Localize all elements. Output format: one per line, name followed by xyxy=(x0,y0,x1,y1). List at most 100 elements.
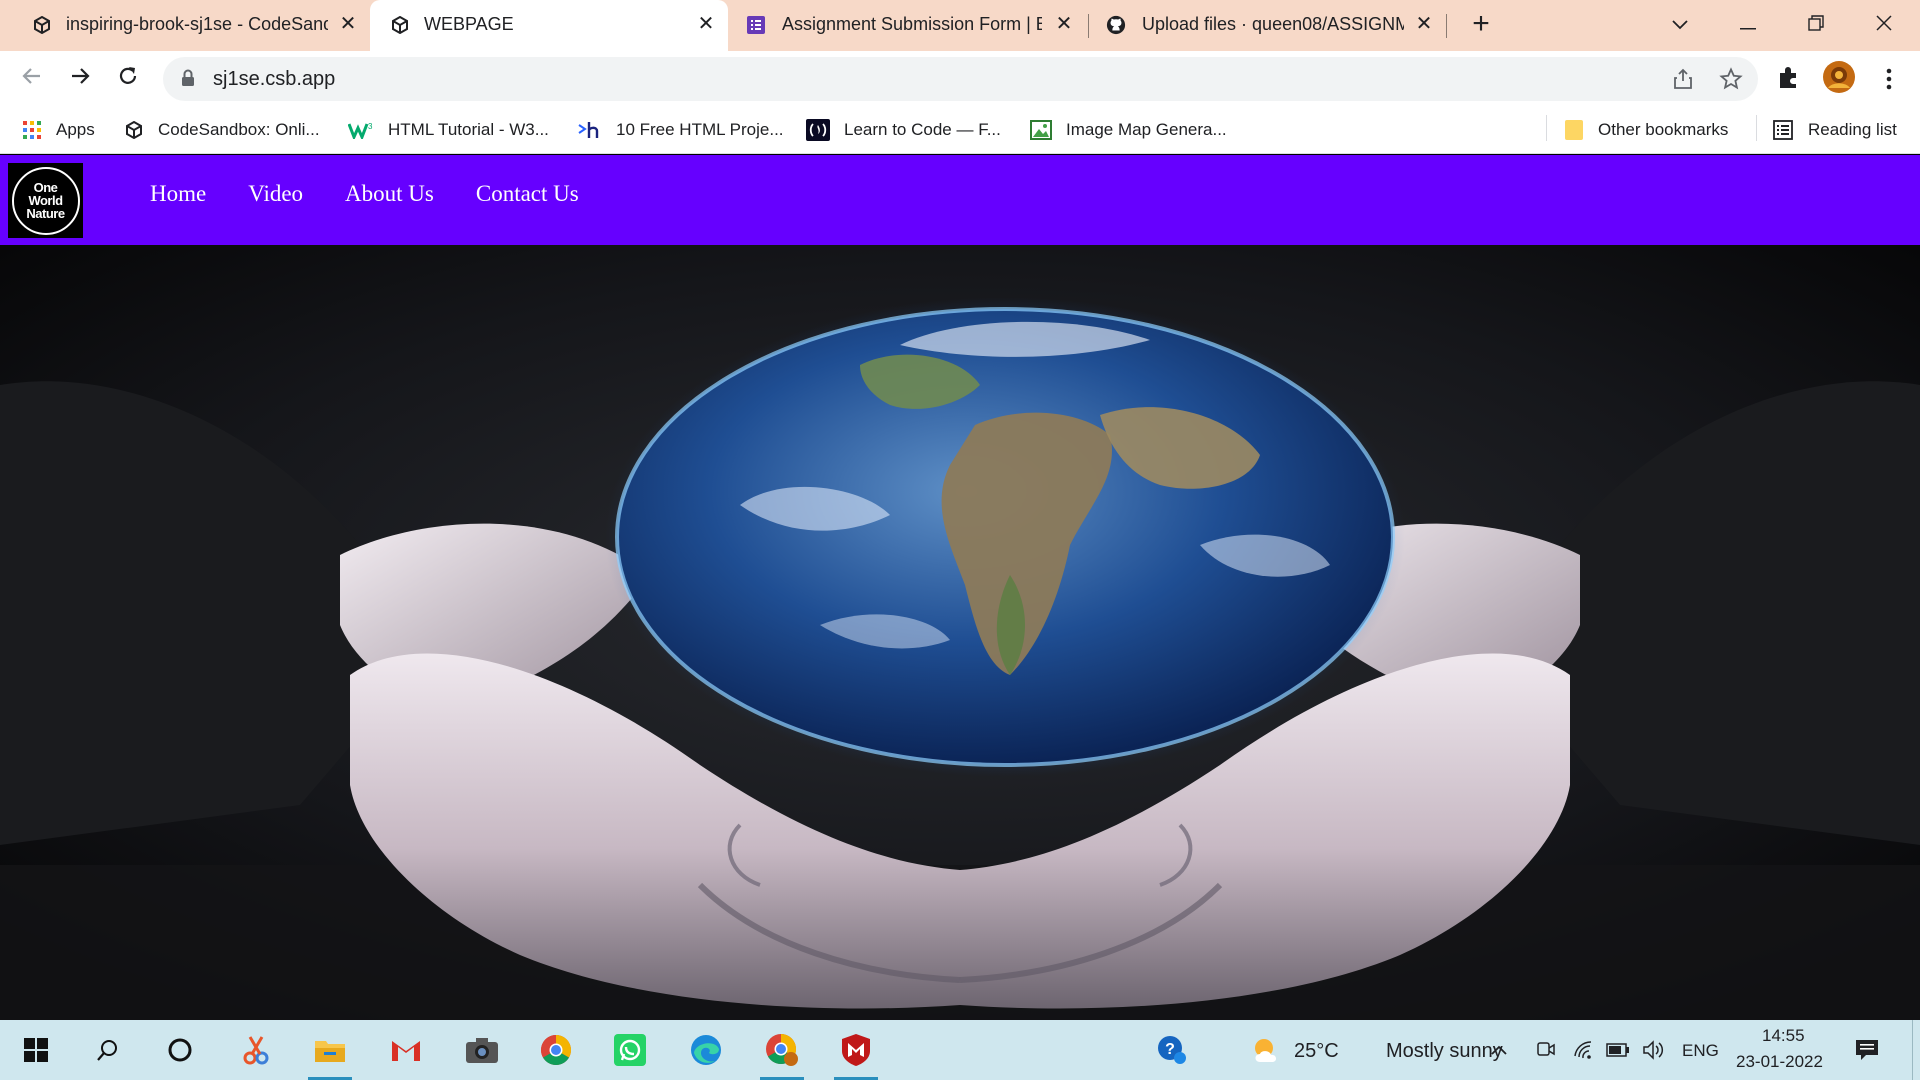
start-button[interactable] xyxy=(6,1020,66,1080)
profile-avatar[interactable] xyxy=(1822,60,1856,94)
bookmark-image-map[interactable]: Image Map Genera... xyxy=(1030,106,1227,154)
notifications-icon[interactable] xyxy=(1842,1020,1892,1080)
show-hidden-icons-icon[interactable] xyxy=(1479,1020,1519,1080)
bookmarks-bar: Apps CodeSandbox: Onli... 3 HTML Tutoria… xyxy=(0,106,1920,154)
tab-search-icon[interactable] xyxy=(1660,8,1700,42)
bookmark-codesandbox[interactable]: CodeSandbox: Onli... xyxy=(124,106,320,154)
apps-grid-icon xyxy=(22,120,42,140)
folder-icon xyxy=(1564,120,1584,140)
close-tab-icon[interactable]: ✕ xyxy=(1412,12,1436,36)
hero-image-earth-in-hands xyxy=(0,245,1920,1020)
chrome-icon[interactable] xyxy=(526,1020,586,1080)
input-language[interactable]: ENG xyxy=(1682,1041,1719,1061)
tab-strip: inspiring-brook-sj1se - CodeSandbox ✕ WE… xyxy=(0,0,1920,51)
forms-icon xyxy=(746,15,766,35)
tab-assignment-form[interactable]: Assignment Submission Form | Edu ✕ xyxy=(730,0,1088,51)
tab-codesandbox[interactable]: inspiring-brook-sj1se - CodeSandbox ✕ xyxy=(0,0,368,51)
bookmark-label: Learn to Code — F... xyxy=(844,120,1001,139)
w3schools-icon: 3 xyxy=(348,120,374,140)
reading-list-button[interactable]: Reading list xyxy=(1772,106,1897,154)
site-logo[interactable]: One World Nature xyxy=(8,163,83,238)
bookmark-w3schools[interactable]: 3 HTML Tutorial - W3... xyxy=(348,106,549,154)
edge-icon[interactable] xyxy=(676,1020,736,1080)
nav-about-link[interactable]: About Us xyxy=(345,181,434,207)
snipping-tool-icon[interactable] xyxy=(226,1020,286,1080)
show-desktop-button[interactable] xyxy=(1912,1020,1913,1080)
nav-contact-link[interactable]: Contact Us xyxy=(476,181,579,207)
file-explorer-icon[interactable] xyxy=(300,1020,360,1080)
bookmark-label: CodeSandbox: Onli... xyxy=(158,120,320,139)
mcafee-icon[interactable] xyxy=(826,1020,886,1080)
chrome-active-icon[interactable] xyxy=(752,1020,812,1080)
bookmark-label: Image Map Genera... xyxy=(1066,120,1227,139)
tab-separator xyxy=(1446,14,1447,38)
address-bar[interactable]: sj1se.csb.app xyxy=(163,57,1758,101)
codesandbox-icon xyxy=(32,15,52,35)
other-bookmarks-label: Other bookmarks xyxy=(1598,120,1729,139)
tab-title: Upload files · queen08/ASSIGNMENT xyxy=(1142,14,1404,34)
new-tab-button[interactable]: + xyxy=(1466,9,1496,40)
volume-icon[interactable] xyxy=(1636,1020,1672,1080)
web-page: One World Nature Home Video About Us Con… xyxy=(0,155,1920,1020)
tab-title: WEBPAGE xyxy=(424,14,514,34)
nav-links: Home Video About Us Contact Us xyxy=(150,181,579,207)
nav-video-link[interactable]: Video xyxy=(248,181,303,207)
reload-button[interactable] xyxy=(112,63,144,95)
bookmark-star-icon[interactable] xyxy=(1719,67,1743,91)
back-button[interactable] xyxy=(16,63,48,95)
minimize-button[interactable] xyxy=(1728,8,1768,42)
gmail-icon[interactable] xyxy=(376,1020,436,1080)
cortana-icon[interactable] xyxy=(150,1020,210,1080)
close-tab-icon[interactable]: ✕ xyxy=(1052,12,1076,36)
bookmark-html-projects[interactable]: 10 Free HTML Proje... xyxy=(578,106,784,154)
reading-list-label: Reading list xyxy=(1808,120,1897,139)
bookmark-apps[interactable]: Apps xyxy=(22,106,95,154)
forward-button[interactable] xyxy=(64,63,96,95)
tab-webpage[interactable]: WEBPAGE ✕ xyxy=(370,0,728,51)
battery-icon[interactable] xyxy=(1600,1020,1636,1080)
help-icon[interactable]: ? xyxy=(1142,1020,1202,1080)
meet-now-icon[interactable] xyxy=(1528,1020,1564,1080)
share-icon[interactable] xyxy=(1671,67,1695,91)
bookmarks-separator xyxy=(1756,115,1757,141)
hashnode-icon xyxy=(578,120,602,140)
close-tab-icon[interactable]: ✕ xyxy=(336,12,360,36)
site-navbar: One World Nature Home Video About Us Con… xyxy=(0,155,1920,245)
codesandbox-icon xyxy=(390,15,410,35)
close-window-button[interactable] xyxy=(1864,8,1904,42)
github-icon xyxy=(1106,15,1126,35)
logo-line: Nature xyxy=(26,206,65,221)
svg-text:?: ? xyxy=(1165,1041,1175,1058)
clock-time[interactable]: 14:55 xyxy=(1762,1026,1805,1046)
restore-button[interactable] xyxy=(1796,8,1836,42)
nav-home-link[interactable]: Home xyxy=(150,181,206,207)
tab-separator xyxy=(1088,14,1089,38)
tab-title: Assignment Submission Form | Edu xyxy=(782,14,1042,34)
logo-badge: One World Nature xyxy=(11,166,80,235)
more-menu-icon[interactable] xyxy=(1874,64,1904,94)
bookmark-freecodecamp[interactable]: Learn to Code — F... xyxy=(806,106,1001,154)
whatsapp-icon[interactable] xyxy=(600,1020,660,1080)
other-bookmarks-folder[interactable]: Other bookmarks xyxy=(1564,106,1728,154)
bookmark-label: Apps xyxy=(56,120,95,139)
bookmark-label: 10 Free HTML Proje... xyxy=(616,120,784,139)
camera-icon[interactable] xyxy=(452,1020,512,1080)
url-text[interactable]: sj1se.csb.app xyxy=(213,68,335,91)
codesandbox-icon xyxy=(124,120,144,140)
bookmark-label: HTML Tutorial - W3... xyxy=(388,120,549,139)
browser-toolbar: sj1se.csb.app xyxy=(0,51,1920,106)
weather-temperature[interactable]: 25°C xyxy=(1294,1040,1339,1063)
extensions-icon[interactable] xyxy=(1776,64,1806,94)
svg-text:3: 3 xyxy=(368,122,373,131)
weather-icon[interactable] xyxy=(1236,1020,1296,1080)
search-icon[interactable] xyxy=(78,1020,138,1080)
lock-icon[interactable] xyxy=(181,69,195,92)
image-icon xyxy=(1030,120,1052,140)
bookmarks-separator xyxy=(1546,115,1547,141)
close-tab-icon[interactable]: ✕ xyxy=(694,12,718,36)
tab-github-upload[interactable]: Upload files · queen08/ASSIGNMENT ✕ xyxy=(1090,0,1446,51)
wifi-icon[interactable] xyxy=(1566,1020,1602,1080)
tab-title: inspiring-brook-sj1se - CodeSandbox xyxy=(66,14,328,34)
clock-date[interactable]: 23-01-2022 xyxy=(1736,1052,1823,1072)
windows-taskbar: ? 25°C Mostly sunny ENG 14:55 23-01-2022 xyxy=(0,1020,1920,1080)
